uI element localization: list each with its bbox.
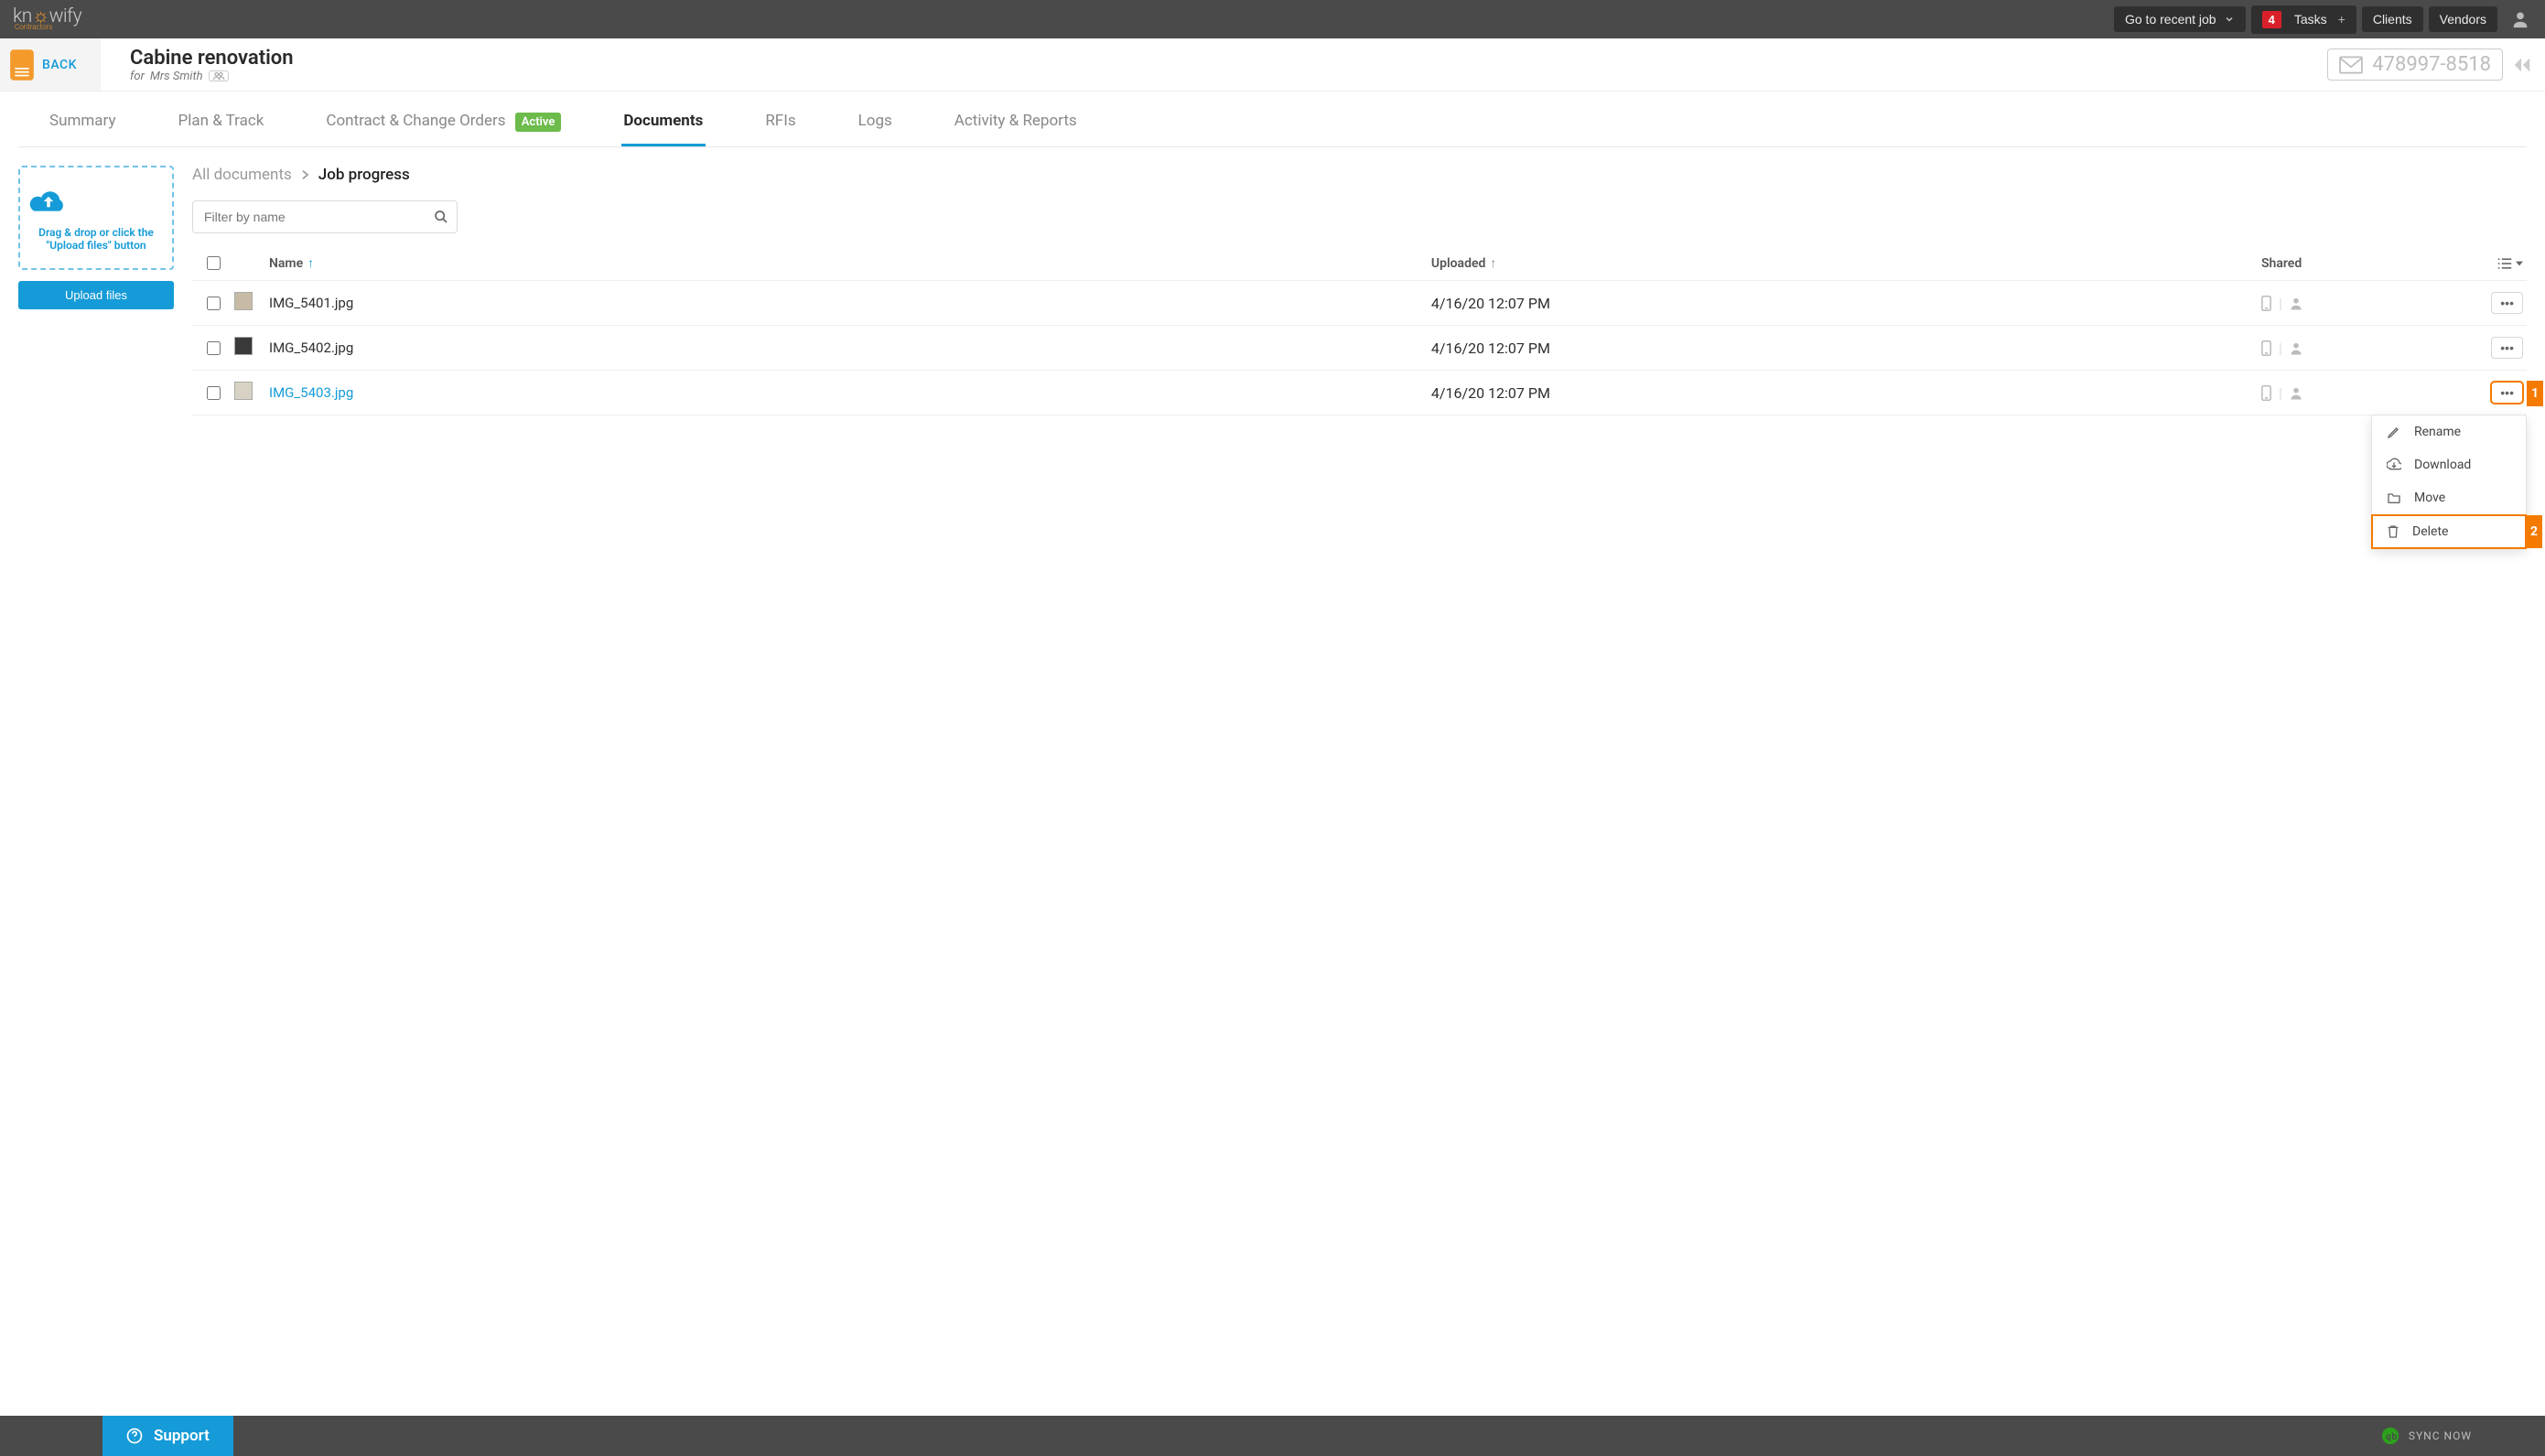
cloud-upload-icon (29, 188, 163, 217)
filter-input[interactable] (192, 200, 458, 233)
row-checkbox[interactable] (207, 297, 221, 310)
svg-text:$: $ (16, 53, 23, 66)
tab-contract[interactable]: Contract & Change Orders Active (295, 99, 592, 146)
context-menu: Rename Download Move Delete (2371, 415, 2527, 549)
person-icon (2290, 386, 2302, 400)
tab-documents[interactable]: Documents (592, 99, 734, 146)
tab-plan-track[interactable]: Plan & Track (146, 99, 295, 146)
row-more-button[interactable]: ••• (2491, 337, 2523, 359)
support-button[interactable]: Support (102, 1416, 233, 1456)
sort-asc-icon: ↑ (307, 256, 314, 271)
breadcrumb: All documents Job progress (192, 166, 2527, 184)
file-uploaded-date: 4/16/20 12:07 PM (1431, 295, 2261, 312)
breadcrumb-current: Job progress (318, 166, 410, 184)
search-icon (434, 210, 448, 224)
tab-logs[interactable]: Logs (827, 99, 923, 146)
mobile-icon (2261, 340, 2271, 356)
svg-text:qb: qb (2386, 1432, 2398, 1442)
file-uploaded-date: 4/16/20 12:07 PM (1431, 340, 2261, 357)
file-name[interactable]: IMG_5403.jpg (269, 384, 1431, 401)
ctx-delete[interactable]: Delete (2372, 515, 2526, 548)
file-uploaded-date: 4/16/20 12:07 PM (1431, 384, 2261, 402)
tab-activity-reports[interactable]: Activity & Reports (923, 99, 1108, 146)
plus-icon: + (2338, 12, 2345, 27)
ctx-rename[interactable]: Rename (2372, 415, 2526, 448)
sort-icon: ↑ (1490, 256, 1496, 271)
vendors-button[interactable]: Vendors (2429, 6, 2497, 32)
column-header-shared[interactable]: Shared (2261, 256, 2463, 271)
file-name[interactable]: IMG_5402.jpg (269, 340, 1431, 356)
tab-bar: Summary Plan & Track Contract & Change O… (18, 92, 2527, 147)
mobile-icon (2261, 296, 2271, 311)
collapse-panel-icon[interactable] (2512, 56, 2532, 74)
envelope-icon (2339, 56, 2363, 74)
callout-2: 2 (2526, 515, 2542, 548)
breadcrumb-root[interactable]: All documents (192, 166, 292, 184)
row-more-button[interactable]: ••• (2491, 292, 2523, 314)
file-thumbnail (234, 337, 253, 355)
folder-icon (2387, 491, 2401, 504)
table-row[interactable]: IMG_5402.jpg 4/16/20 12:07 PM | ••• (192, 326, 2527, 371)
brand-logo[interactable]: kn☼wify Contractors (13, 7, 81, 31)
row-checkbox[interactable] (207, 386, 221, 400)
callout-1: 1 (2527, 381, 2543, 406)
recent-job-dropdown[interactable]: Go to recent job (2114, 6, 2246, 32)
top-bar: kn☼wify Contractors Go to recent job 4 T… (0, 0, 2545, 38)
table-row[interactable]: IMG_5401.jpg 4/16/20 12:07 PM | ••• (192, 281, 2527, 326)
table-row[interactable]: IMG_5403.jpg 4/16/20 12:07 PM | ••• 1 Re… (192, 371, 2527, 415)
chevron-down-icon (2224, 14, 2235, 25)
footer-bar: Support qb SYNC NOW (0, 1416, 2545, 1456)
clients-button[interactable]: Clients (2362, 6, 2423, 32)
job-client-line: for Mrs Smith (130, 70, 2327, 83)
document-icon: $ (7, 49, 37, 81)
job-header: $ BACK Cabine renovation for Mrs Smith 4… (0, 38, 2545, 92)
user-menu-icon[interactable] (2508, 7, 2532, 31)
download-icon (2387, 458, 2401, 472)
tasks-button[interactable]: 4 Tasks + (2251, 5, 2356, 34)
row-checkbox[interactable] (207, 341, 221, 355)
active-badge: Active (515, 113, 562, 132)
quickbooks-icon: qb (2381, 1427, 2399, 1445)
email-reference-button[interactable]: 478997-8518 (2327, 49, 2503, 81)
upload-files-button[interactable]: Upload files (18, 281, 174, 309)
file-thumbnail (234, 382, 253, 400)
select-all-checkbox[interactable] (207, 256, 221, 270)
row-more-button[interactable]: ••• (2491, 382, 2523, 404)
view-toggle-icon[interactable] (2497, 257, 2523, 270)
ctx-move[interactable]: Move (2372, 481, 2526, 514)
sync-now-button[interactable]: qb SYNC NOW (2381, 1427, 2545, 1445)
upload-dropzone[interactable]: Drag & drop or click the "Upload files" … (18, 166, 174, 270)
mobile-icon (2261, 385, 2271, 401)
table-header: Name↑ Uploaded↑ Shared (192, 246, 2527, 281)
ctx-download[interactable]: Download (2372, 448, 2526, 481)
file-name[interactable]: IMG_5401.jpg (269, 295, 1431, 311)
trash-icon (2387, 524, 2399, 539)
edit-icon (2387, 425, 2401, 439)
column-header-name[interactable]: Name↑ (269, 255, 1431, 271)
help-icon (126, 1428, 143, 1444)
back-button[interactable]: $ BACK (0, 38, 101, 91)
file-thumbnail (234, 292, 253, 310)
client-badge-icon (209, 70, 229, 81)
job-title: Cabine renovation (130, 47, 2327, 70)
tab-rfis[interactable]: RFIs (734, 99, 826, 146)
person-icon (2290, 297, 2302, 310)
tasks-count-badge: 4 (2262, 11, 2281, 28)
person-icon (2290, 341, 2302, 355)
chevron-right-icon (301, 169, 309, 180)
column-header-uploaded[interactable]: Uploaded↑ (1431, 255, 2261, 271)
tab-summary[interactable]: Summary (18, 99, 146, 146)
